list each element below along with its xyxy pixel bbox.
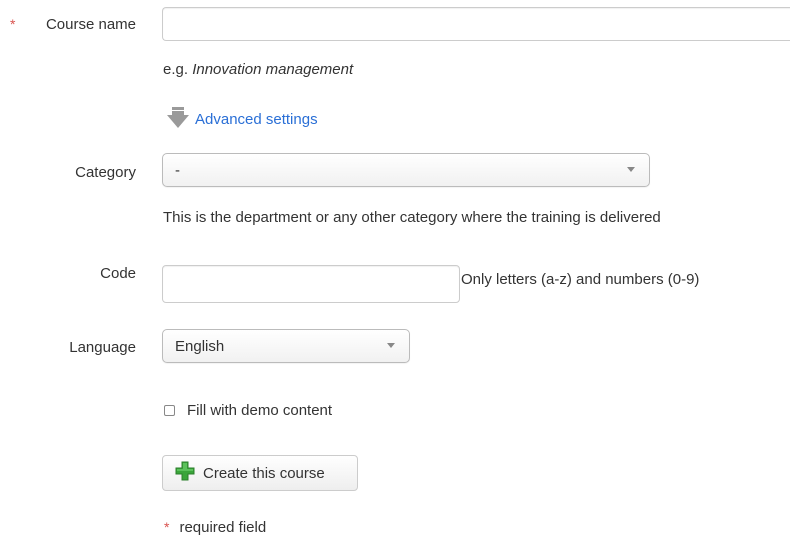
create-course-label: Create this course: [203, 464, 325, 482]
language-label: Language: [69, 339, 136, 356]
required-field-text: required field: [179, 519, 267, 536]
course-name-hint-example: Innovation management: [192, 61, 354, 78]
demo-content-checkbox[interactable]: [164, 405, 175, 416]
category-hint: This is the department or any other cate…: [163, 209, 661, 226]
course-name-hint: e.g. Innovation management: [163, 61, 353, 78]
course-name-input[interactable]: [162, 7, 790, 41]
chevron-down-icon: [387, 343, 395, 348]
category-select[interactable]: -: [162, 153, 650, 187]
course-name-label-row: * Course name: [10, 16, 136, 33]
create-course-button[interactable]: Create this course: [162, 455, 358, 491]
code-hint: Only letters (a-z) and numbers (0-9): [461, 271, 700, 288]
advanced-settings-link[interactable]: Advanced settings: [167, 105, 318, 133]
download-arrow-icon: [167, 105, 195, 133]
required-asterisk: *: [10, 16, 16, 32]
code-input[interactable]: [162, 265, 460, 303]
required-asterisk: *: [164, 519, 170, 535]
chevron-down-icon: [627, 167, 635, 172]
language-select[interactable]: English: [162, 329, 410, 363]
language-selected-value: English: [175, 337, 225, 355]
advanced-settings-label: Advanced settings: [195, 110, 318, 128]
plus-icon: [175, 461, 203, 485]
category-label: Category: [75, 164, 136, 181]
demo-content-label[interactable]: Fill with demo content: [187, 402, 332, 419]
category-selected-value: -: [175, 161, 180, 179]
code-label: Code: [100, 265, 136, 282]
required-field-note: * required field: [164, 519, 266, 536]
course-name-hint-prefix: e.g.: [163, 61, 189, 78]
course-name-label: Course name: [45, 16, 136, 33]
